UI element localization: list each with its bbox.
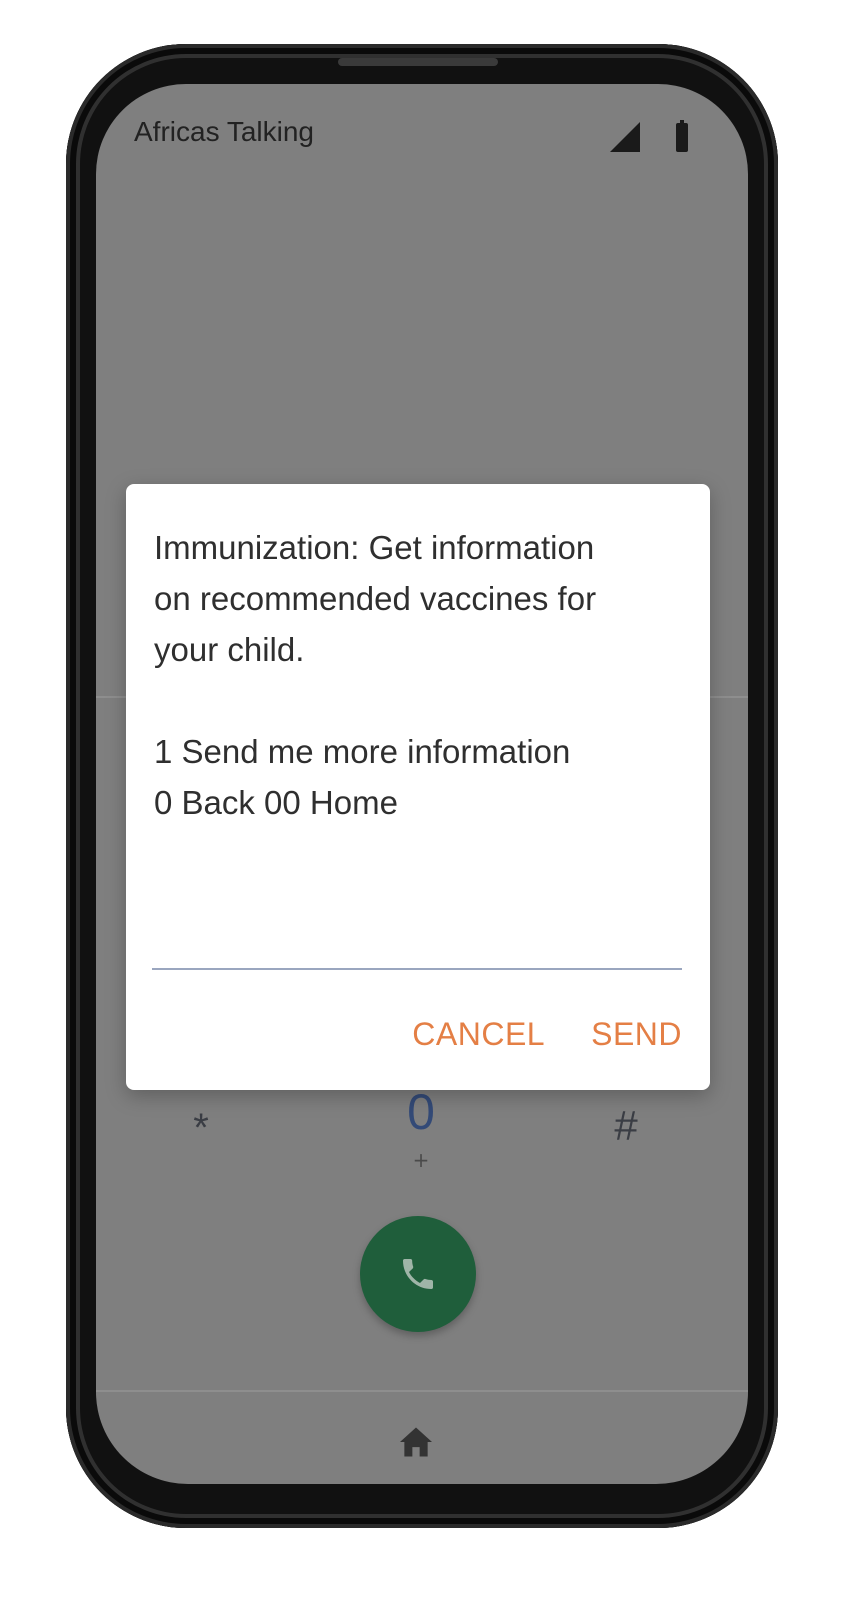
speaker-grille	[338, 58, 498, 66]
send-button[interactable]: SEND	[591, 1012, 682, 1056]
status-bar: Africas Talking	[96, 84, 748, 194]
response-input[interactable]	[152, 904, 682, 970]
key-hash[interactable]: #	[596, 1102, 656, 1150]
key-zero[interactable]: 0 +	[386, 1084, 456, 1172]
battery-icon	[676, 120, 688, 152]
dialog-actions: CANCEL SEND	[412, 1012, 682, 1056]
nav-bar	[96, 1390, 748, 1484]
signal-icon	[610, 122, 640, 152]
dialog-message: Immunization: Get information on recomme…	[154, 529, 597, 821]
ussd-dialog: Immunization: Get information on recomme…	[126, 484, 710, 1090]
key-zero-plus: +	[412, 1148, 430, 1172]
call-button[interactable]	[360, 1216, 476, 1332]
cancel-button[interactable]: CANCEL	[412, 1012, 545, 1056]
home-icon[interactable]	[398, 1426, 434, 1458]
keypad-row: * 0 + #	[96, 1084, 748, 1204]
key-star[interactable]: *	[176, 1106, 226, 1151]
phone-icon	[403, 1259, 433, 1289]
carrier-name: Africas Talking	[134, 116, 315, 147]
stage: Africas Talking * 0 + # Immunization: Ge…	[0, 0, 864, 1600]
key-zero-digit: 0	[407, 1084, 435, 1140]
